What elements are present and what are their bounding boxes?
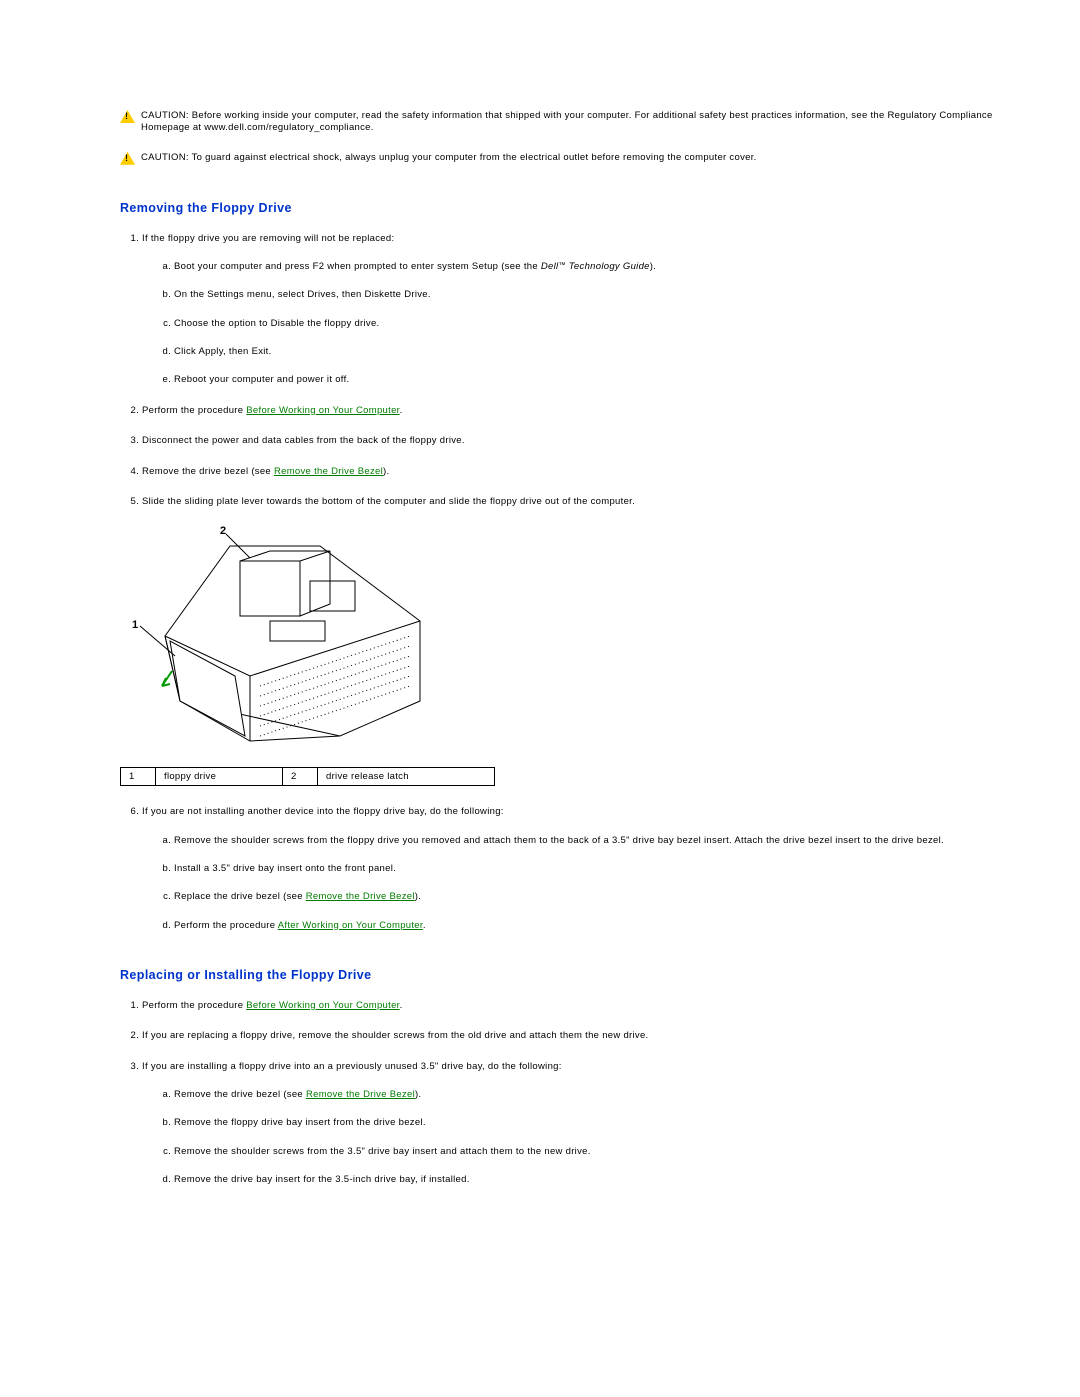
step-1-sub: Boot your computer and press F2 when pro… — [142, 261, 1005, 387]
step-1c: Choose the option to Disable the floppy … — [174, 318, 1005, 330]
text: Perform the procedure — [174, 920, 278, 931]
document-page: CAUTION: Before working inside your comp… — [0, 0, 1080, 1264]
step-4: Remove the drive bezel (see Remove the D… — [142, 466, 1005, 478]
replacing-steps: Perform the procedure Before Working on … — [120, 1000, 1005, 1186]
r-step-3d: Remove the drive bay insert for the 3.5-… — [174, 1174, 1005, 1186]
section-replacing-title: Replacing or Installing the Floppy Drive — [120, 968, 1005, 982]
callout-1: 1 — [132, 619, 138, 631]
caution-body: Before working inside your computer, rea… — [141, 110, 993, 133]
caution-prefix: CAUTION: — [141, 152, 189, 163]
italic-text: Dell — [541, 261, 559, 272]
r-step-1: Perform the procedure Before Working on … — [142, 1000, 1005, 1012]
text: Perform the procedure — [142, 405, 246, 416]
step-6c: Replace the drive bezel (see Remove the … — [174, 891, 1005, 903]
text: Boot your computer and press F2 when pro… — [174, 261, 541, 272]
text: ). — [650, 261, 656, 272]
text: Remove the drive bezel (see — [142, 466, 274, 477]
text: . — [400, 1000, 403, 1011]
step-1a: Boot your computer and press F2 when pro… — [174, 261, 1005, 273]
step-1: If the floppy drive you are removing wil… — [142, 233, 1005, 387]
r-step-3-sub: Remove the drive bezel (see Remove the D… — [142, 1089, 1005, 1186]
text: . — [400, 405, 403, 416]
caution-body: To guard against electrical shock, alway… — [189, 152, 757, 163]
step-1-text: If the floppy drive you are removing wil… — [142, 233, 394, 244]
text: Remove the drive bezel (see — [174, 1089, 306, 1100]
r-step-3a: Remove the drive bezel (see Remove the D… — [174, 1089, 1005, 1101]
caution-1: CAUTION: Before working inside your comp… — [120, 110, 1005, 134]
r-step-3: If you are installing a floppy drive int… — [142, 1061, 1005, 1187]
caution-2: CAUTION: To guard against electrical sho… — [120, 152, 1005, 165]
cell-2-label: drive release latch — [318, 768, 495, 786]
r-step-3-text: If you are installing a floppy drive int… — [142, 1061, 562, 1072]
link-remove-bezel[interactable]: Remove the Drive Bezel — [306, 891, 415, 902]
step-6d: Perform the procedure After Working on Y… — [174, 920, 1005, 932]
step-6-sub: Remove the shoulder screws from the flop… — [142, 835, 1005, 932]
floppy-drive-figure: 1 2 — [120, 526, 1005, 751]
trademark: ™ — [558, 262, 565, 269]
step-6-text: If you are not installing another device… — [142, 806, 504, 817]
step-6a: Remove the shoulder screws from the flop… — [174, 835, 1005, 847]
callout-2: 2 — [220, 526, 226, 537]
link-remove-bezel[interactable]: Remove the Drive Bezel — [274, 466, 383, 477]
cell-1-label: floppy drive — [156, 768, 283, 786]
warning-triangle-icon — [120, 152, 135, 165]
warning-triangle-icon — [120, 110, 135, 123]
step-3: Disconnect the power and data cables fro… — [142, 435, 1005, 447]
caution-2-text: CAUTION: To guard against electrical sho… — [141, 152, 1005, 164]
step-1e: Reboot your computer and power it off. — [174, 374, 1005, 386]
link-after-working[interactable]: After Working on Your Computer — [278, 920, 423, 931]
link-remove-bezel[interactable]: Remove the Drive Bezel — [306, 1089, 415, 1100]
link-before-working[interactable]: Before Working on Your Computer — [246, 1000, 399, 1011]
step-1d: Click Apply, then Exit. — [174, 346, 1005, 358]
section-removing-title: Removing the Floppy Drive — [120, 201, 1005, 215]
text: ). — [383, 466, 389, 477]
italic-text: Technology Guide — [566, 261, 650, 272]
step-2: Perform the procedure Before Working on … — [142, 405, 1005, 417]
step-6: If you are not installing another device… — [142, 806, 1005, 932]
removing-steps: If the floppy drive you are removing wil… — [120, 233, 1005, 508]
caution-1-text: CAUTION: Before working inside your comp… — [141, 110, 1005, 134]
text: Replace the drive bezel (see — [174, 891, 306, 902]
r-step-2: If you are replacing a floppy drive, rem… — [142, 1030, 1005, 1042]
step-5: Slide the sliding plate lever towards th… — [142, 496, 1005, 508]
step-1b: On the Settings menu, select Drives, the… — [174, 289, 1005, 301]
r-step-3b: Remove the floppy drive bay insert from … — [174, 1117, 1005, 1129]
computer-chassis-illustration: 1 2 — [120, 526, 440, 751]
cell-1-num: 1 — [121, 768, 156, 786]
link-before-working[interactable]: Before Working on Your Computer — [246, 405, 399, 416]
removing-steps-cont: If you are not installing another device… — [120, 806, 1005, 932]
caution-prefix: CAUTION: — [141, 110, 189, 121]
parts-table: 1 floppy drive 2 drive release latch — [120, 767, 495, 786]
cell-2-num: 2 — [283, 768, 318, 786]
text: ). — [415, 1089, 421, 1100]
text: ). — [415, 891, 421, 902]
r-step-3c: Remove the shoulder screws from the 3.5"… — [174, 1146, 1005, 1158]
text: Perform the procedure — [142, 1000, 246, 1011]
text: . — [423, 920, 426, 931]
step-6b: Install a 3.5" drive bay insert onto the… — [174, 863, 1005, 875]
